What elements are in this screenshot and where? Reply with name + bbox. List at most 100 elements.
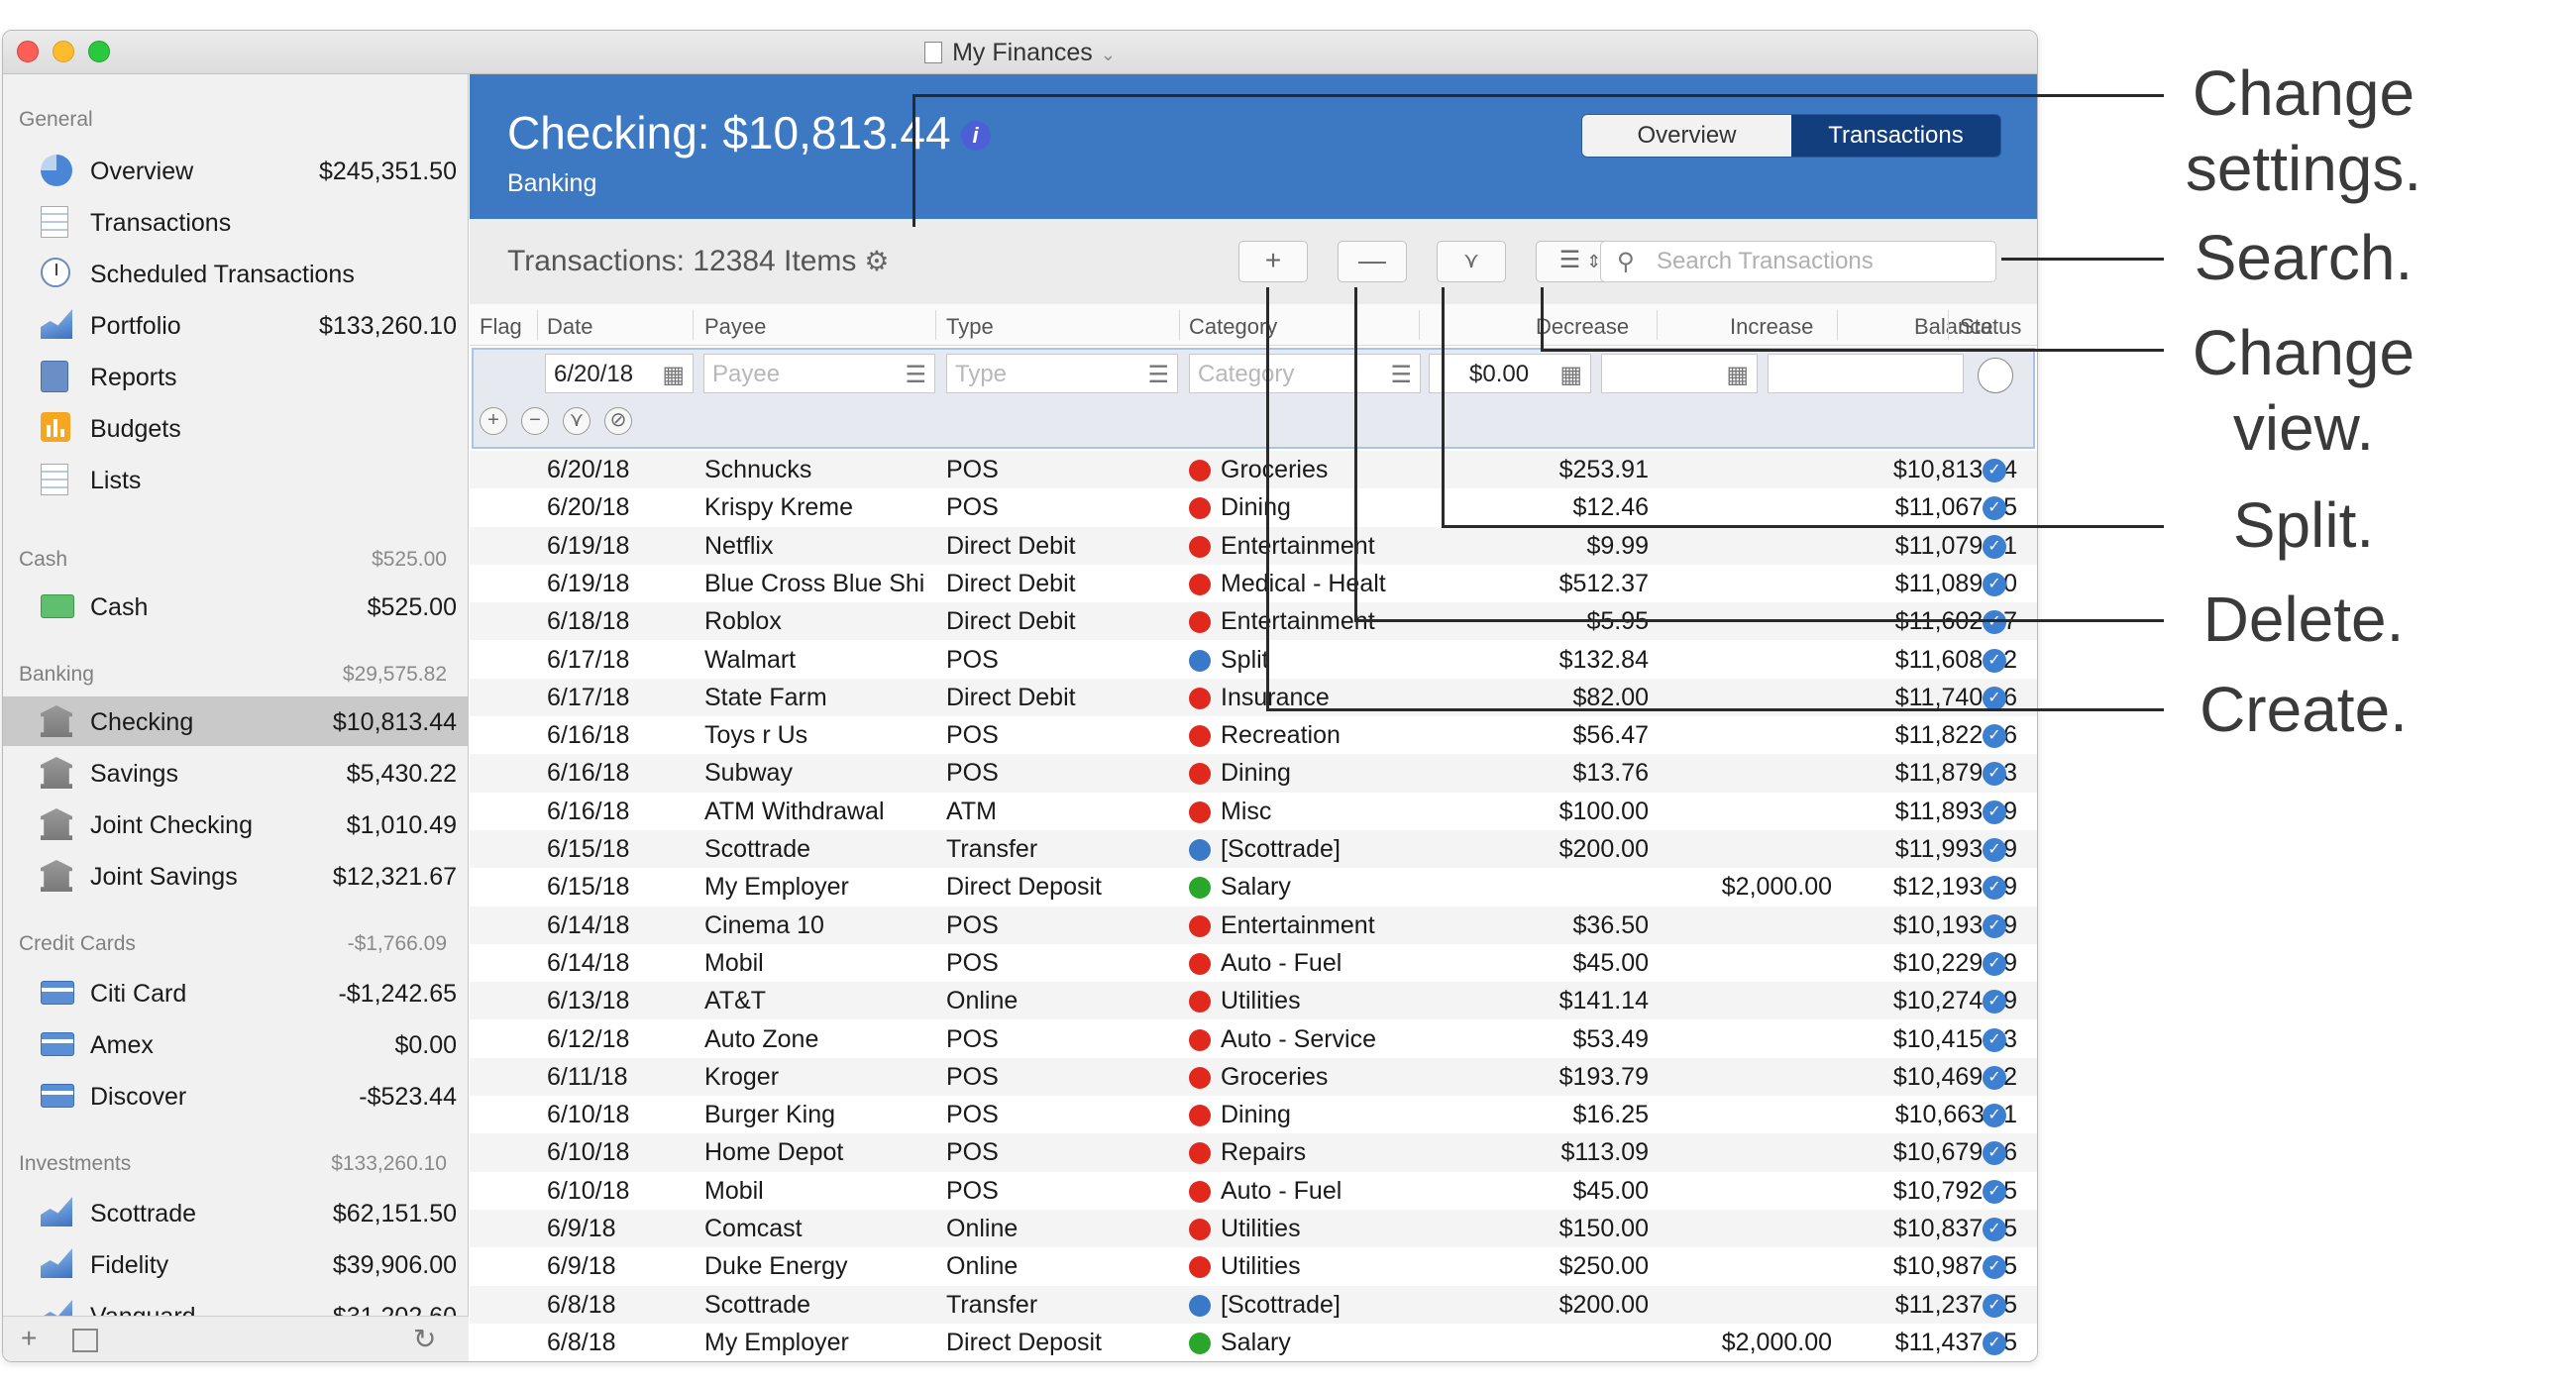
- sidebar-item-citi-card[interactable]: Citi Card -$1,242.65: [3, 968, 469, 1017]
- refresh-icon[interactable]: ↻: [413, 1323, 436, 1355]
- table-row[interactable]: 6/11/18 Kroger POS Groceries $193.79 $10,469.…: [470, 1057, 2037, 1097]
- cleared-check-icon[interactable]: ✓: [1983, 913, 2006, 938]
- col-type[interactable]: Type: [946, 314, 994, 340]
- table-row[interactable]: 6/14/18 Cinema 10 POS Entertainment $36.50 $1…: [470, 906, 2037, 944]
- tab-transactions[interactable]: Transactions: [1791, 115, 2000, 157]
- table-row[interactable]: 6/17/18 Walmart POS Split $132.84 $11,608.12 ✓: [470, 641, 2037, 679]
- delete-transaction-button[interactable]: —: [1338, 241, 1407, 282]
- search-input[interactable]: [1657, 248, 1984, 275]
- cleared-check-icon[interactable]: ✓: [1983, 686, 2006, 710]
- col-status[interactable]: Status: [1960, 314, 2021, 340]
- table-row[interactable]: 6/20/18 Krispy Kreme POS Dining $12.46 $11,06…: [470, 488, 2037, 526]
- sidebar-section-general[interactable]: General: [19, 108, 455, 144]
- sidebar-section-banking[interactable]: Banking $29,575.82: [19, 663, 455, 698]
- sidebar-item-amex[interactable]: Amex $0.00: [3, 1019, 469, 1069]
- table-row[interactable]: 6/9/18 Duke Energy Online Utilities $250.00 $…: [470, 1247, 2037, 1285]
- table-row[interactable]: 6/16/18 Toys r Us POS Recreation $56.47 $11,8…: [470, 716, 2037, 754]
- info-icon[interactable]: i: [960, 121, 991, 151]
- attachment-icon[interactable]: ⊘: [604, 407, 632, 435]
- cleared-check-icon[interactable]: ✓: [1983, 838, 2006, 862]
- type-field[interactable]: ☰: [946, 354, 1178, 393]
- col-category[interactable]: Category: [1189, 314, 1277, 340]
- sidebar-item-overview[interactable]: Overview $245,351.50: [3, 146, 469, 195]
- cleared-check-icon[interactable]: ✓: [1983, 1027, 2006, 1052]
- cleared-check-icon[interactable]: ✓: [1983, 1065, 2006, 1090]
- sidebar-section-cash[interactable]: Cash $525.00: [19, 548, 455, 584]
- sidebar-section-credit-cards[interactable]: Credit Cards -$1,766.09: [19, 932, 455, 968]
- table-row[interactable]: 6/9/18 Comcast Online Utilities $150.00 $10,8…: [470, 1210, 2037, 1248]
- add-split-icon[interactable]: +: [480, 407, 507, 435]
- table-row[interactable]: 6/10/18 Home Depot POS Repairs $113.09 $10,67…: [470, 1133, 2037, 1172]
- payee-input[interactable]: [712, 361, 926, 388]
- table-row[interactable]: 6/13/18 AT&T Online Utilities $141.14 $10,274…: [470, 982, 2037, 1020]
- payee-field[interactable]: ☰: [703, 354, 935, 393]
- col-decrease[interactable]: Decrease: [1536, 314, 1629, 340]
- sidebar-item-reports[interactable]: Reports: [3, 352, 469, 401]
- table-row[interactable]: 6/15/18 Scottrade Transfer [Scottrade] $200.…: [470, 830, 2037, 869]
- cleared-check-icon[interactable]: ✓: [1983, 1179, 2006, 1204]
- sidebar-item-joint-savings[interactable]: Joint Savings $12,321.67: [3, 851, 469, 901]
- calendar-icon[interactable]: ▦: [662, 361, 685, 389]
- table-row[interactable]: 6/15/18 My Employer Direct Deposit Salary $2…: [470, 868, 2037, 906]
- cleared-check-icon[interactable]: ✓: [1983, 648, 2006, 673]
- cleared-check-icon[interactable]: ✓: [1983, 572, 2006, 596]
- table-row[interactable]: 6/16/18 ATM Withdrawal ATM Misc $100.00 $11,8…: [470, 793, 2037, 830]
- cleared-check-icon[interactable]: ✓: [1983, 1293, 2006, 1318]
- sidebar-item-joint-checking[interactable]: Joint Checking $1,010.49: [3, 800, 469, 849]
- table-row[interactable]: 6/16/18 Subway POS Dining $13.76 $11,879.43 ✓: [470, 754, 2037, 793]
- sidebar-section-investments[interactable]: Investments $133,260.10: [19, 1152, 455, 1188]
- cleared-check-icon[interactable]: ✓: [1983, 724, 2006, 749]
- table-row[interactable]: 6/19/18 Blue Cross Blue Shi Direct Debit Me…: [470, 565, 2037, 602]
- cleared-check-icon[interactable]: ✓: [1983, 459, 2006, 482]
- cleared-check-icon[interactable]: ✓: [1983, 610, 2006, 635]
- table-row[interactable]: 6/19/18 Netflix Direct Debit Entertainment $…: [470, 526, 2037, 565]
- calculator-icon[interactable]: ▦: [1726, 361, 1749, 389]
- col-flag[interactable]: Flag: [480, 314, 522, 340]
- table-row[interactable]: 6/10/18 Mobil POS Auto - Fuel $45.00 $10,792.…: [470, 1172, 2037, 1210]
- list-icon[interactable]: ☰: [905, 361, 926, 389]
- sidebar-item-discover[interactable]: Discover -$523.44: [3, 1071, 469, 1120]
- sidebar-item-budgets[interactable]: Budgets: [3, 403, 469, 453]
- gear-icon[interactable]: ⚙: [864, 245, 889, 277]
- sidebar-item-scottrade[interactable]: Scottrade $62,151.50: [3, 1188, 469, 1237]
- window-title[interactable]: My Finances ⌄: [3, 39, 2037, 67]
- sidebar-item-cash[interactable]: Cash $525.00: [3, 582, 469, 631]
- increase-field[interactable]: ▦: [1601, 354, 1758, 393]
- sidebar-item-savings[interactable]: Savings $5,430.22: [3, 748, 469, 798]
- cleared-check-icon[interactable]: ✓: [1983, 951, 2006, 976]
- type-input[interactable]: [955, 361, 1169, 388]
- collapse-icon[interactable]: [72, 1329, 98, 1352]
- split-transaction-button[interactable]: ⋎: [1437, 241, 1506, 282]
- sidebar-item-transactions[interactable]: Transactions: [3, 197, 469, 247]
- create-transaction-button[interactable]: +: [1238, 241, 1308, 282]
- table-row[interactable]: 6/14/18 Mobil POS Auto - Fuel $45.00 $10,229.…: [470, 944, 2037, 982]
- sidebar-item-lists[interactable]: Lists: [3, 455, 469, 504]
- table-row[interactable]: 6/8/18 Scottrade Transfer [Scottrade] $200.0…: [470, 1285, 2037, 1324]
- cleared-check-icon[interactable]: ✓: [1983, 1331, 2006, 1355]
- calculator-icon[interactable]: ▦: [1559, 361, 1582, 389]
- sidebar-item-fidelity[interactable]: Fidelity $39,906.00: [3, 1239, 469, 1289]
- status-toggle[interactable]: [1978, 358, 2013, 393]
- table-row[interactable]: 6/12/18 Auto Zone POS Auto - Service $53.49 $…: [470, 1020, 2037, 1058]
- tab-overview[interactable]: Overview: [1582, 115, 1791, 157]
- list-icon[interactable]: ☰: [1390, 361, 1412, 389]
- search-field[interactable]: ⚲: [1600, 241, 1996, 282]
- category-field[interactable]: ☰: [1189, 354, 1421, 393]
- col-increase[interactable]: Increase: [1730, 314, 1813, 340]
- cleared-check-icon[interactable]: ✓: [1983, 990, 2006, 1014]
- split-icon[interactable]: ⋎: [563, 407, 590, 435]
- cleared-check-icon[interactable]: ✓: [1983, 1104, 2006, 1128]
- sidebar-item-checking[interactable]: Checking $10,813.44: [3, 696, 469, 746]
- sidebar-item-portfolio[interactable]: Portfolio $133,260.10: [3, 300, 469, 350]
- add-account-icon[interactable]: +: [21, 1323, 37, 1354]
- cleared-check-icon[interactable]: ✓: [1983, 800, 2006, 824]
- date-field[interactable]: 6/20/18 ▦: [545, 354, 694, 393]
- sidebar-item-scheduled-transactions[interactable]: Scheduled Transactions: [3, 249, 469, 298]
- remove-split-icon[interactable]: −: [521, 407, 549, 435]
- table-row[interactable]: 6/8/18 My Employer Direct Deposit Salary $2,…: [470, 1324, 2037, 1361]
- table-row[interactable]: 6/10/18 Burger King POS Dining $16.25 $10,663…: [470, 1096, 2037, 1133]
- cleared-check-icon[interactable]: ✓: [1983, 534, 2006, 559]
- decrease-field[interactable]: $0.00 ▦: [1429, 354, 1591, 393]
- category-input[interactable]: [1198, 361, 1412, 388]
- cleared-check-icon[interactable]: ✓: [1983, 1218, 2006, 1241]
